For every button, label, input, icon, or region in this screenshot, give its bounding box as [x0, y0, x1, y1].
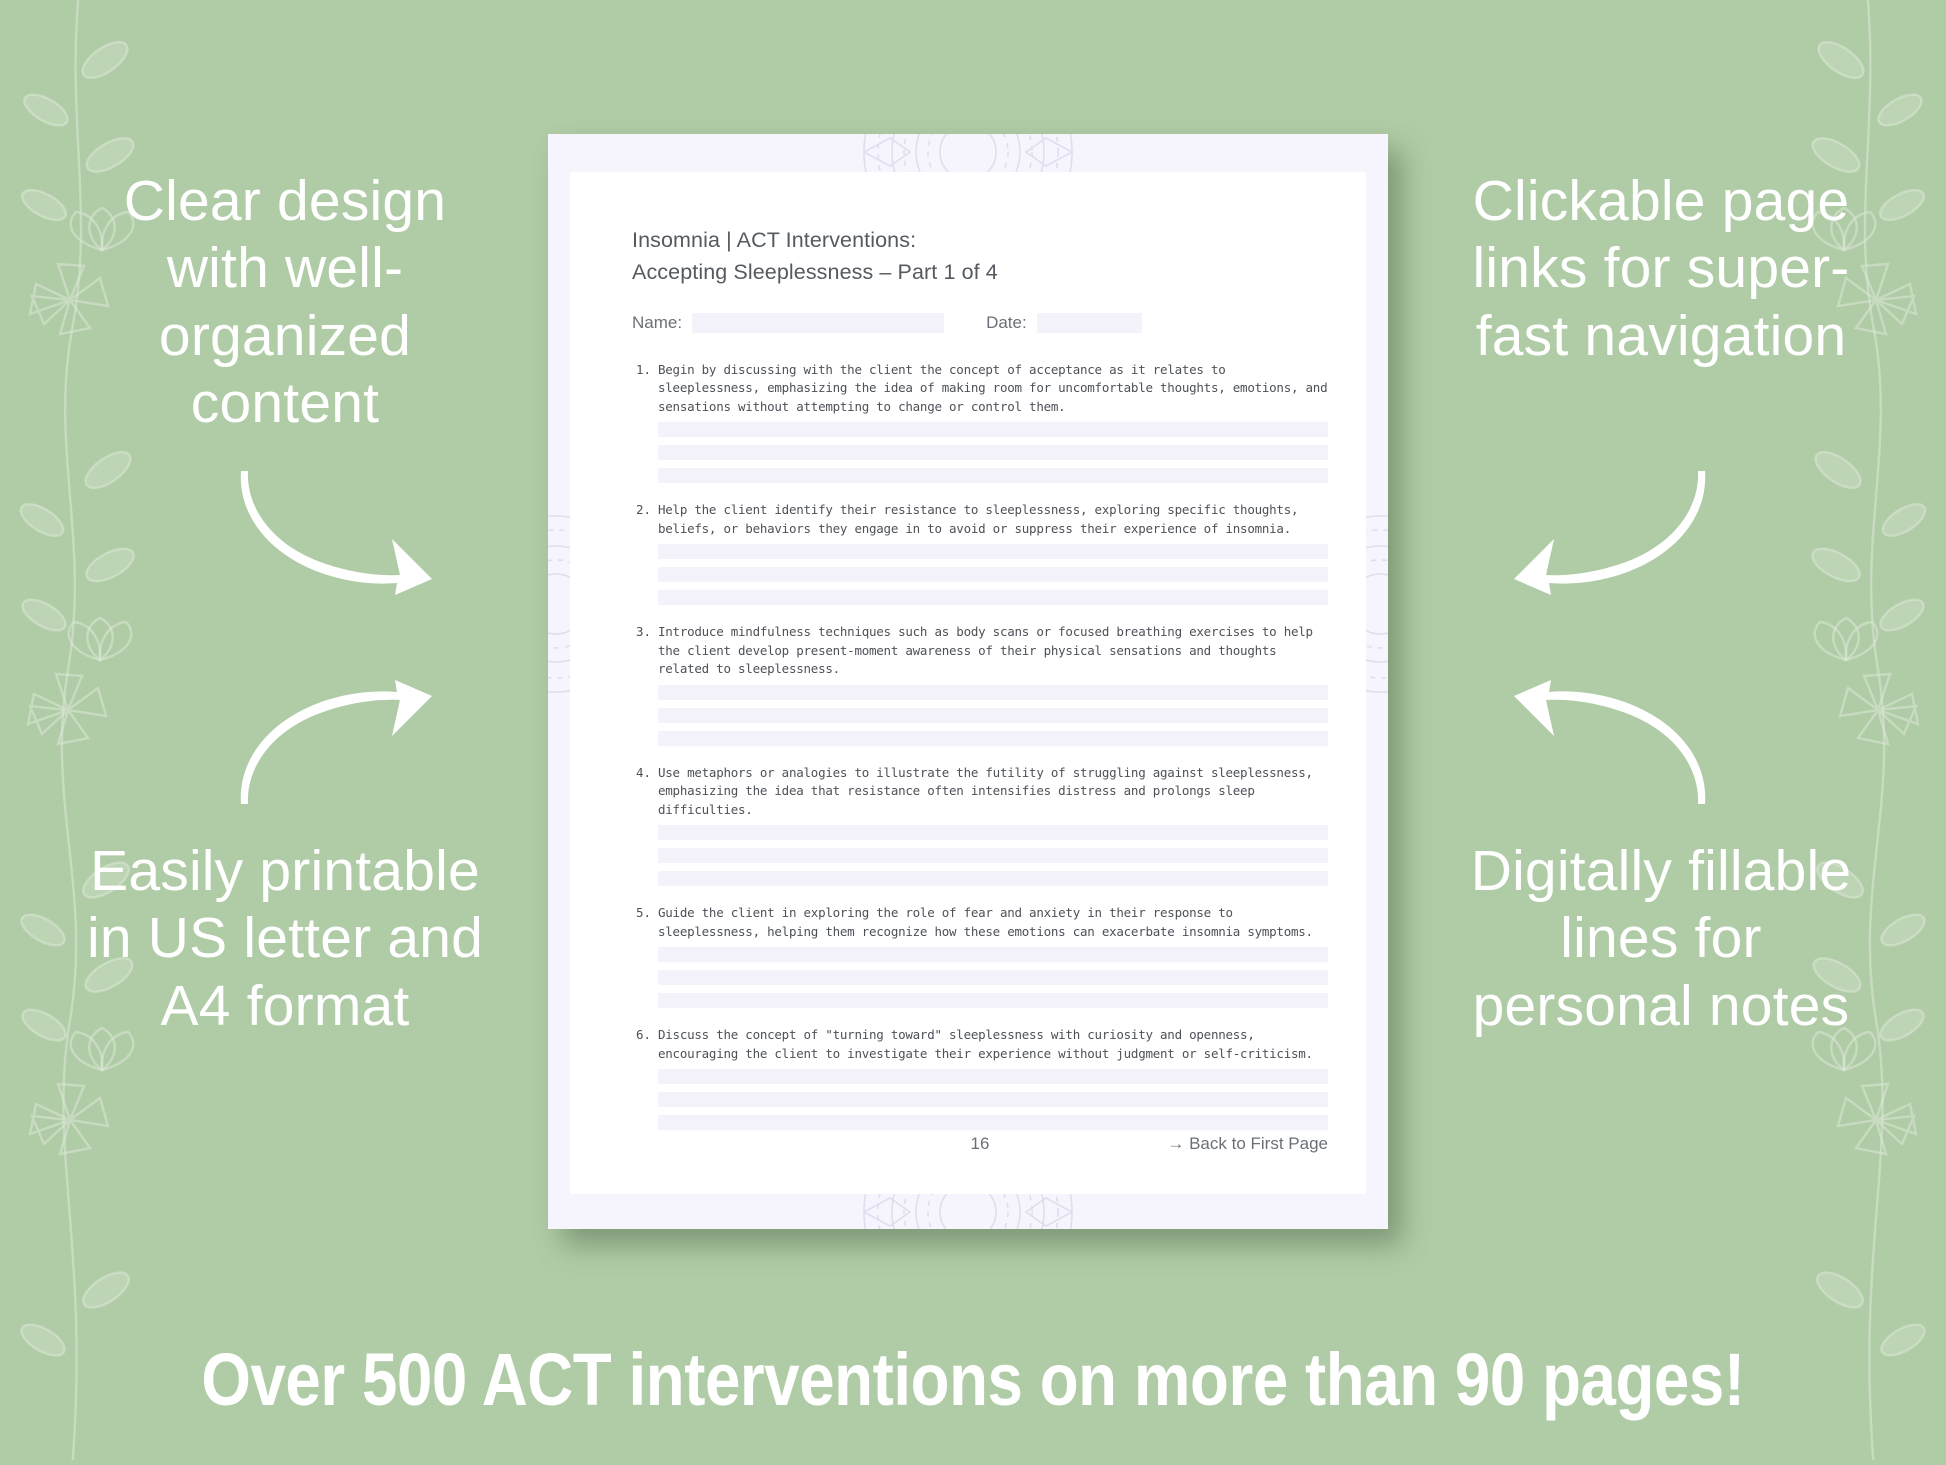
fillable-line[interactable] — [658, 590, 1328, 605]
intervention-number: 3. — [635, 624, 651, 639]
intervention-text: Help the client identify their resistanc… — [658, 502, 1299, 536]
promo-text-bottom-right: Digitally fillable lines for personal no… — [1470, 839, 1852, 1038]
fillable-line[interactable] — [658, 567, 1328, 582]
intervention-body: Begin by discussing with the client the … — [658, 361, 1328, 492]
intervention-text: Begin by discussing with the client the … — [658, 361, 1328, 414]
fillable-line[interactable] — [658, 422, 1328, 437]
fillable-line[interactable] — [658, 947, 1328, 962]
curved-arrow-icon-top-right — [1506, 465, 1706, 600]
fillable-line[interactable] — [658, 1069, 1328, 1084]
fillable-line[interactable] — [658, 544, 1328, 559]
intervention-text: Use metaphors or analogies to illustrate… — [658, 764, 1313, 817]
fillable-line[interactable] — [658, 825, 1328, 840]
fillable-line[interactable] — [658, 684, 1328, 700]
intervention-item: 2. Help the client identify their resista… — [632, 501, 1328, 613]
intervention-body: Introduce mindfulness techniques such as… — [658, 623, 1328, 754]
intervention-item: 3. Introduce mindfulness techniques such … — [632, 623, 1328, 754]
intervention-number: 2. — [635, 502, 651, 517]
fillable-line[interactable] — [658, 993, 1328, 1008]
fillable-line[interactable] — [658, 468, 1328, 483]
worksheet-page: Insomnia | ACT Interventions: Accepting … — [548, 134, 1388, 1229]
fillable-line[interactable] — [658, 970, 1328, 985]
worksheet-content-area: Insomnia | ACT Interventions: Accepting … — [570, 172, 1366, 1194]
promo-text-bottom-left: Easily printable in US letter and A4 for… — [86, 839, 484, 1038]
fillable-line[interactable] — [658, 707, 1328, 723]
page-number: 16 — [970, 1134, 990, 1153]
fillable-lines-group — [658, 947, 1328, 1008]
fillable-lines-group — [658, 684, 1328, 746]
intervention-body: Help the client identify their resistanc… — [658, 501, 1328, 613]
intervention-number: 4. — [635, 764, 651, 780]
curved-arrow-icon-bottom-right — [1506, 680, 1706, 815]
intervention-item: 5. Guide the client in exploring the role… — [632, 904, 1328, 1016]
back-to-first-page-link[interactable]: → Back to First Page — [1167, 1134, 1328, 1154]
name-input[interactable] — [692, 312, 945, 333]
fillable-lines-group — [658, 544, 1328, 605]
intervention-number: 5. — [635, 905, 651, 920]
date-label: Date: — [986, 312, 1027, 332]
worksheet-title-line-2: Accepting Sleeplessness – Part 1 of 4 — [632, 260, 998, 285]
worksheet-title-line-1: Insomnia | ACT Interventions: — [632, 228, 917, 252]
intervention-number: 6. — [635, 1027, 651, 1042]
intervention-text: Discuss the concept of "turning toward" … — [658, 1027, 1313, 1061]
fillable-line[interactable] — [658, 848, 1328, 863]
intervention-number: 1. — [635, 361, 651, 377]
intervention-text: Introduce mindfulness techniques such as… — [658, 624, 1313, 676]
bottom-banner-text: Over 500 ACT interventions on more than … — [201, 1338, 1745, 1421]
intervention-item: 4. Use metaphors or analogies to illustra… — [632, 764, 1328, 895]
intervention-text: Guide the client in exploring the role o… — [658, 905, 1313, 939]
worksheet-footer: 16 → Back to First Page — [632, 1134, 1328, 1154]
fillable-line[interactable] — [658, 445, 1328, 460]
fillable-line[interactable] — [658, 1092, 1328, 1107]
curved-arrow-icon-bottom-left — [240, 680, 440, 815]
name-date-row: Name: Date: — [632, 312, 1328, 333]
intervention-body: Discuss the concept of "turning toward" … — [658, 1026, 1328, 1138]
intervention-item: 6. Discuss the concept of "turning toward… — [632, 1026, 1328, 1138]
intervention-list: 1. Begin by discussing with the client th… — [632, 361, 1328, 1139]
promo-text-top-left: Clear design with well-organized content — [123, 169, 447, 435]
intervention-item: 1. Begin by discussing with the client th… — [632, 361, 1328, 492]
intervention-body: Guide the client in exploring the role o… — [658, 904, 1328, 1016]
fillable-lines-group — [658, 1069, 1328, 1130]
fillable-lines-group — [658, 825, 1328, 886]
fillable-line[interactable] — [658, 730, 1328, 746]
fillable-line[interactable] — [658, 871, 1328, 886]
curved-arrow-icon-top-left — [240, 465, 440, 600]
fillable-lines-group — [658, 422, 1328, 483]
fillable-line[interactable] — [658, 1115, 1328, 1130]
worksheet-body: Insomnia | ACT Interventions: Accepting … — [632, 224, 1328, 1148]
date-input[interactable] — [1036, 312, 1142, 333]
name-label: Name: — [632, 312, 683, 332]
intervention-body: Use metaphors or analogies to illustrate… — [658, 764, 1328, 895]
promo-text-top-right: Clickable page links for super-fast navi… — [1472, 169, 1850, 368]
